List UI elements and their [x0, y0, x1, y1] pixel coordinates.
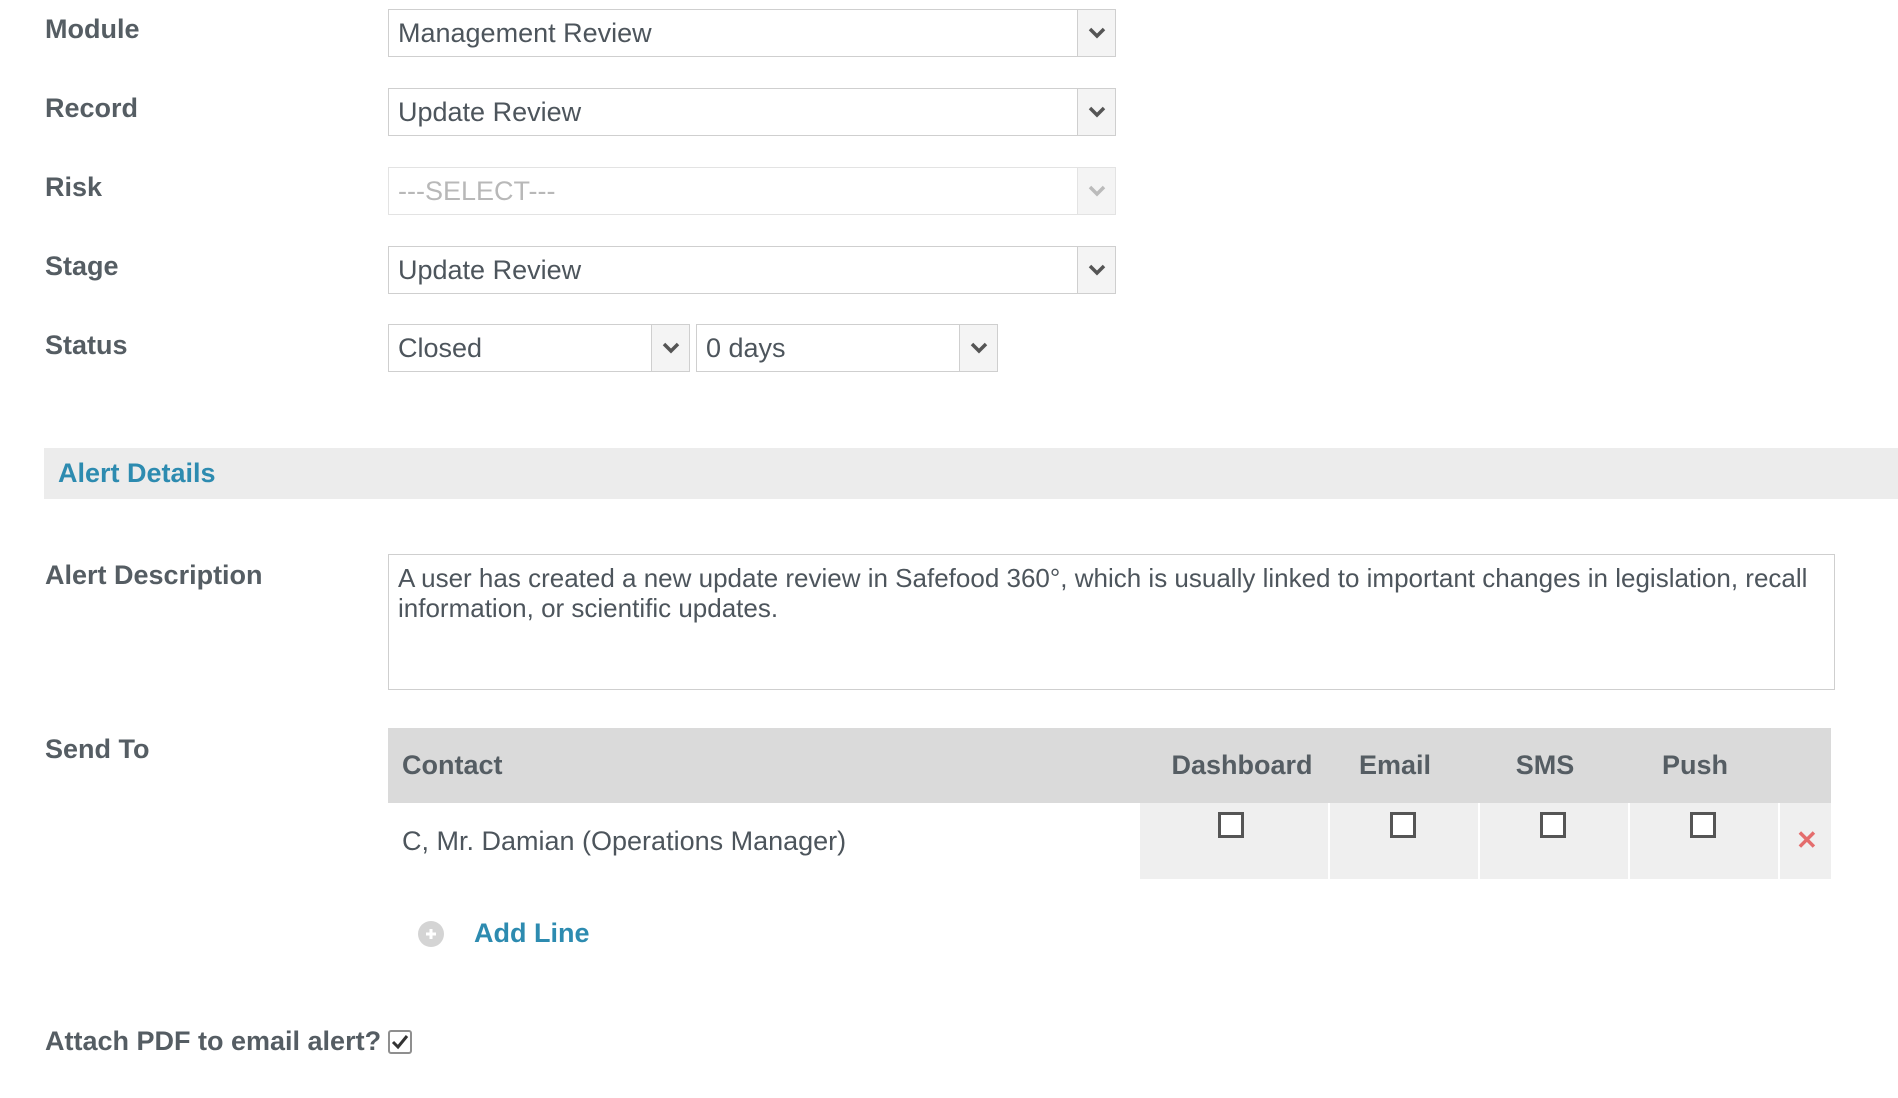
risk-select[interactable]: ---SELECT--- — [388, 167, 1116, 215]
chevron-down-icon[interactable] — [959, 325, 997, 371]
column-header-sms: SMS — [1515, 750, 1575, 780]
alert-description-label: Alert Description — [45, 560, 263, 590]
stage-select[interactable]: Update Review — [388, 246, 1116, 294]
column-header-email: Email — [1358, 750, 1432, 780]
record-select-value: Update Review — [398, 97, 582, 127]
record-label: Record — [45, 93, 139, 123]
alert-details-section-header: Alert Details — [44, 448, 1898, 499]
record-select[interactable]: Update Review — [388, 88, 1116, 136]
send-to-table-header: Contact Dashboard Email SMS Push — [388, 728, 1831, 803]
risk-label: Risk — [45, 172, 103, 202]
contact-name: C, Mr. Damian (Operations Manager) — [402, 826, 847, 856]
module-select[interactable]: Management Review — [388, 9, 1116, 57]
delete-cell: ✕ — [1778, 803, 1831, 879]
alert-description-textarea[interactable]: A user has created a new update review i… — [388, 554, 1835, 690]
push-checkbox[interactable] — [1690, 812, 1716, 838]
chevron-down-icon[interactable] — [1077, 89, 1115, 135]
module-select-value: Management Review — [398, 18, 652, 48]
table-row: C, Mr. Damian (Operations Manager) ✕ — [388, 803, 1831, 879]
column-header-dashboard: Dashboard — [1171, 750, 1313, 780]
email-checkbox[interactable] — [1390, 812, 1416, 838]
chevron-down-icon[interactable] — [1077, 168, 1115, 214]
status-select[interactable]: Closed — [388, 324, 690, 372]
chevron-down-icon[interactable] — [1077, 10, 1115, 56]
send-to-label: Send To — [45, 734, 150, 764]
column-header-contact: Contact — [402, 750, 503, 780]
status-duration-value: 0 days — [706, 333, 786, 363]
dashboard-checkbox[interactable] — [1218, 812, 1244, 838]
push-cell — [1628, 803, 1778, 879]
delete-row-icon[interactable]: ✕ — [1796, 825, 1818, 856]
chevron-down-icon[interactable] — [1077, 247, 1115, 293]
column-header-push: Push — [1661, 750, 1728, 780]
chevron-down-icon[interactable] — [651, 325, 689, 371]
status-label: Status — [45, 330, 128, 360]
stage-label: Stage — [45, 251, 119, 281]
status-duration-select[interactable]: 0 days — [696, 324, 998, 372]
sms-cell — [1478, 803, 1628, 879]
dashboard-cell — [1140, 803, 1328, 879]
attach-pdf-checkbox[interactable] — [388, 1030, 412, 1054]
add-line-label: Add Line — [474, 918, 590, 948]
module-label: Module — [45, 14, 140, 44]
risk-select-value: ---SELECT--- — [398, 176, 556, 206]
stage-select-value: Update Review — [398, 255, 582, 285]
alert-details-title: Alert Details — [58, 458, 216, 488]
status-select-value: Closed — [398, 333, 483, 363]
attach-pdf-label: Attach PDF to email alert? — [45, 1026, 382, 1056]
checkmark-icon — [391, 1035, 409, 1050]
add-line-button[interactable]: Add Line — [418, 918, 590, 949]
email-cell — [1328, 803, 1478, 879]
sms-checkbox[interactable] — [1540, 812, 1566, 838]
plus-circle-icon — [418, 920, 444, 947]
